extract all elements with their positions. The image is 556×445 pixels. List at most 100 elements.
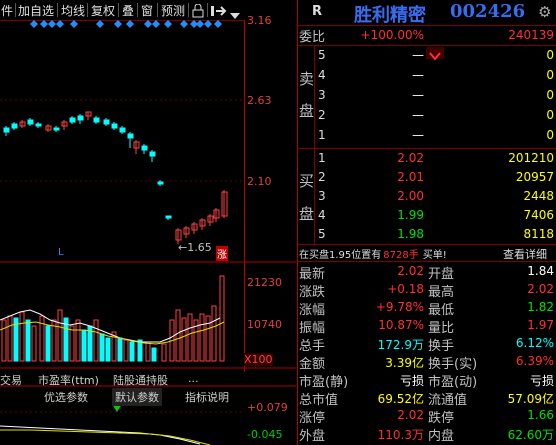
stat-value-2: 1.82 xyxy=(527,300,554,314)
stat-row: 涨跌 +0.18 最高 2.02 xyxy=(298,280,556,300)
level-price: — xyxy=(412,128,424,142)
candle-body xyxy=(11,123,18,129)
level-volume: 0 xyxy=(546,88,554,102)
event-diamond[interactable] xyxy=(40,20,48,28)
event-diamond[interactable] xyxy=(126,20,134,28)
order-book-row[interactable]: 2 2.01 20957 xyxy=(298,168,556,186)
order-book-row[interactable]: 5 1.98 8118 xyxy=(298,225,556,243)
quote-panel: R 胜利精密 002426 ⚙ 委比 +100.00% 240139 卖 盘 买… xyxy=(297,0,556,445)
candlesticks xyxy=(3,111,228,244)
volume-bar xyxy=(99,333,105,362)
order-book-row[interactable]: 4 — 0 xyxy=(298,66,556,84)
volume-bar xyxy=(93,319,99,362)
stat-value-2: 亏损 xyxy=(529,374,554,388)
add-watchlist-button[interactable]: 加自选 xyxy=(18,2,54,19)
low-price-marker: ←1.65 xyxy=(178,241,212,254)
volume-bar xyxy=(19,311,25,362)
level-price: — xyxy=(412,108,424,122)
wei-bi-diff: 240139 xyxy=(508,28,554,42)
level-number: 1 xyxy=(318,151,326,165)
kline-chart[interactable]: 3.16 2.63 2.10 ←1.65 涨 L 21230 10740 X10… xyxy=(0,14,296,445)
low-label: L xyxy=(58,247,64,258)
chart-toolbar: 件 加自选 均线 复权 叠 窗 预测 xyxy=(0,0,244,21)
volume-bar xyxy=(123,339,129,362)
event-diamond[interactable] xyxy=(144,20,152,28)
stat-value: 3.39亿 xyxy=(385,356,424,370)
order-book-row[interactable]: 4 1.99 7406 xyxy=(298,206,556,224)
window-button[interactable]: 窗 xyxy=(141,2,153,19)
volume-bar xyxy=(137,339,143,362)
order-book-row[interactable]: 2 — 0 xyxy=(298,106,556,124)
stat-label-2: 内盘 xyxy=(428,429,455,444)
volume-bar xyxy=(7,315,13,362)
level-volume: 8118 xyxy=(523,227,554,241)
event-diamond[interactable] xyxy=(204,20,212,28)
volume-tick-high: 21230 xyxy=(247,276,282,289)
level-price: — xyxy=(412,68,424,82)
event-diamond[interactable] xyxy=(180,20,188,28)
event-diamond[interactable] xyxy=(164,20,172,28)
candle-body xyxy=(103,119,110,125)
toolbar-item-partial[interactable]: 件 xyxy=(1,2,13,19)
overlay-button[interactable]: 叠 xyxy=(122,2,134,19)
order-book-row[interactable]: 5 — 0 xyxy=(298,46,556,64)
stat-value-2: 1.66 xyxy=(527,408,554,422)
stat-row: 振幅 10.87% 量比 1.97 xyxy=(298,316,556,336)
stat-value: 10.87% xyxy=(378,318,424,332)
tab-indicator-help[interactable]: 指标说明 xyxy=(185,389,229,405)
order-book-row[interactable]: 3 2.00 2448 xyxy=(298,187,556,205)
order-book-row[interactable]: 1 2.02 201210 xyxy=(298,149,556,167)
volume-bar xyxy=(57,309,63,362)
event-diamond[interactable] xyxy=(214,20,222,28)
level-number: 5 xyxy=(318,48,326,62)
volume-bar xyxy=(129,341,135,362)
tab-optimal-params[interactable]: 优选参数 xyxy=(44,389,88,405)
event-diamond[interactable] xyxy=(152,20,160,28)
event-diamond[interactable] xyxy=(114,20,122,28)
volume-bar xyxy=(75,319,81,362)
moving-average-button[interactable]: 均线 xyxy=(61,2,85,19)
level-number: 2 xyxy=(318,108,326,122)
stat-value-2: 6.12% xyxy=(515,336,554,350)
stat-row: 外盘 110.3万 内盘 62.60万 xyxy=(298,424,556,444)
level-volume: 0 xyxy=(546,48,554,62)
stat-value: +9.78% xyxy=(375,300,424,314)
tab-pe-ttm[interactable]: 市盈率(ttm) xyxy=(38,372,99,388)
event-diamond[interactable] xyxy=(96,20,104,28)
event-markers xyxy=(30,20,222,28)
stat-value: +0.18 xyxy=(387,282,424,296)
volume-bar xyxy=(181,317,187,362)
event-diamond[interactable] xyxy=(30,20,38,28)
level-number: 2 xyxy=(318,170,326,184)
adjust-rights-button[interactable]: 复权 xyxy=(91,2,115,19)
order-book-row[interactable]: 3 — 0 xyxy=(298,86,556,104)
level-volume: 0 xyxy=(546,68,554,82)
event-diamond[interactable] xyxy=(56,20,64,28)
osc-tick-high: +0.079 xyxy=(247,401,288,414)
event-diamond[interactable] xyxy=(48,20,56,28)
volume-bar xyxy=(161,343,167,362)
volume-bar xyxy=(145,341,151,362)
stat-value: 69.52亿 xyxy=(377,392,424,406)
tab-more[interactable]: ... xyxy=(188,372,199,385)
tab-trade[interactable]: 交易 xyxy=(0,372,22,388)
event-diamond[interactable] xyxy=(70,20,78,28)
level-volume: 0 xyxy=(546,128,554,142)
view-detail-link[interactable]: 查看详细 xyxy=(503,246,547,262)
level-number: 1 xyxy=(318,128,326,142)
stat-value-2: 1.84 xyxy=(527,264,554,278)
stat-value-2: 1.97 xyxy=(527,318,554,332)
gear-icon[interactable]: ⚙ xyxy=(538,3,551,21)
order-book-row[interactable]: 1 — 0 xyxy=(298,126,556,144)
tab-default-params[interactable]: 默认参数 xyxy=(112,388,162,406)
volume-unit: X100 xyxy=(244,353,273,366)
forecast-button[interactable]: 预测 xyxy=(161,2,185,19)
volume-bar xyxy=(45,325,51,362)
level-volume: 20957 xyxy=(515,170,554,184)
tab-hk-connect[interactable]: 陆股通持股 xyxy=(113,372,168,388)
stat-row: 最新 2.02 开盘 1.84 xyxy=(298,262,556,282)
volume-bar xyxy=(151,347,157,362)
notice-text: 在买盘1.95位置有 xyxy=(299,250,382,261)
volume-bar xyxy=(105,337,111,362)
event-diamond[interactable] xyxy=(196,20,204,28)
